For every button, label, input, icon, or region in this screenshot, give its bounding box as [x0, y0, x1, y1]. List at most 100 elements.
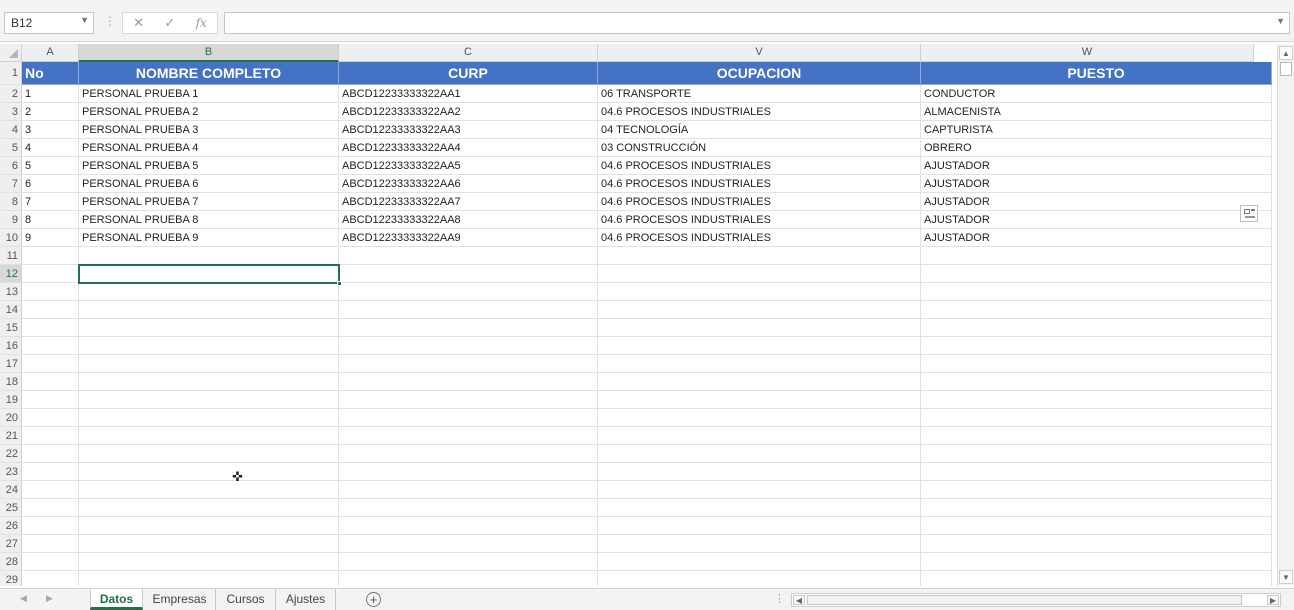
insert-function-icon[interactable]: fx [196, 16, 207, 30]
select-all-button[interactable] [0, 44, 22, 62]
table-cell[interactable]: PERSONAL PRUEBA 3 [79, 121, 339, 139]
table-cell[interactable] [339, 571, 598, 586]
row-header[interactable]: 1 [0, 62, 22, 85]
table-cell[interactable] [598, 445, 921, 463]
header-cell[interactable]: CURP [339, 62, 598, 85]
vertical-scroll-thumb[interactable] [1280, 62, 1292, 76]
table-cell[interactable] [22, 319, 79, 337]
table-cell[interactable] [79, 373, 339, 391]
row-header[interactable]: 29 [0, 571, 22, 586]
row-header[interactable]: 15 [0, 319, 22, 337]
table-cell[interactable]: 5 [22, 157, 79, 175]
table-cell[interactable] [79, 283, 339, 301]
scroll-down-icon[interactable]: ▼ [1279, 570, 1293, 584]
table-cell[interactable] [921, 517, 1272, 535]
name-box[interactable]: B12 ▼ [4, 12, 94, 34]
table-cell[interactable] [921, 463, 1272, 481]
table-cell[interactable]: PERSONAL PRUEBA 5 [79, 157, 339, 175]
table-cell[interactable] [921, 391, 1272, 409]
row-header[interactable]: 20 [0, 409, 22, 427]
table-cell[interactable] [598, 247, 921, 265]
table-cell[interactable] [22, 517, 79, 535]
table-cell[interactable]: 04.6 PROCESOS INDUSTRIALES [598, 157, 921, 175]
table-cell[interactable] [598, 409, 921, 427]
paste-options-icon[interactable] [1240, 205, 1258, 222]
table-cell[interactable]: CAPTURISTA [921, 121, 1272, 139]
row-header[interactable]: 25 [0, 499, 22, 517]
horizontal-scrollbar[interactable]: ◀ ▶ [791, 593, 1281, 607]
row-header[interactable]: 5 [0, 139, 22, 157]
name-box-dropdown-icon[interactable]: ▼ [80, 15, 89, 25]
table-cell[interactable] [339, 265, 598, 283]
table-cell[interactable]: 8 [22, 211, 79, 229]
table-cell[interactable] [22, 391, 79, 409]
table-cell[interactable] [22, 373, 79, 391]
table-cell[interactable] [79, 517, 339, 535]
table-cell[interactable]: PERSONAL PRUEBA 7 [79, 193, 339, 211]
table-cell[interactable] [598, 427, 921, 445]
fill-handle[interactable] [337, 281, 342, 286]
table-cell[interactable]: ABCD12233333322AA8 [339, 211, 598, 229]
tab-cursos[interactable]: Cursos [216, 589, 276, 610]
table-cell[interactable] [22, 247, 79, 265]
row-header[interactable]: 14 [0, 301, 22, 319]
table-cell[interactable] [598, 265, 921, 283]
row-header[interactable]: 10 [0, 229, 22, 247]
table-cell[interactable] [921, 427, 1272, 445]
table-cell[interactable]: AJUSTADOR [921, 229, 1272, 247]
horizontal-scroll-thumb[interactable] [807, 595, 1242, 605]
table-cell[interactable] [22, 499, 79, 517]
table-cell[interactable] [598, 337, 921, 355]
table-cell[interactable] [339, 463, 598, 481]
row-header[interactable]: 17 [0, 355, 22, 373]
table-cell[interactable] [79, 355, 339, 373]
table-cell[interactable]: 6 [22, 175, 79, 193]
table-cell[interactable]: ABCD12233333322AA4 [339, 139, 598, 157]
table-cell[interactable] [22, 571, 79, 586]
row-header[interactable]: 26 [0, 517, 22, 535]
table-cell[interactable] [339, 427, 598, 445]
table-cell[interactable] [79, 319, 339, 337]
row-header[interactable]: 24 [0, 481, 22, 499]
row-header[interactable]: 12 [0, 265, 22, 283]
table-cell[interactable] [22, 337, 79, 355]
table-cell[interactable] [22, 409, 79, 427]
table-cell[interactable] [598, 571, 921, 586]
table-cell[interactable] [22, 427, 79, 445]
table-cell[interactable]: AJUSTADOR [921, 175, 1272, 193]
table-cell[interactable] [598, 283, 921, 301]
header-cell[interactable]: NOMBRE COMPLETO [79, 62, 339, 85]
table-cell[interactable]: 7 [22, 193, 79, 211]
row-header[interactable]: 11 [0, 247, 22, 265]
table-cell[interactable] [339, 535, 598, 553]
row-header[interactable]: 2 [0, 85, 22, 103]
table-cell[interactable] [598, 535, 921, 553]
table-cell[interactable] [339, 481, 598, 499]
table-cell[interactable] [79, 553, 339, 571]
row-header[interactable]: 3 [0, 103, 22, 121]
table-cell[interactable] [598, 481, 921, 499]
table-cell[interactable] [79, 301, 339, 319]
table-cell[interactable] [598, 391, 921, 409]
table-cell[interactable]: ABCD12233333322AA5 [339, 157, 598, 175]
table-cell[interactable]: OBRERO [921, 139, 1272, 157]
table-cell[interactable]: PERSONAL PRUEBA 1 [79, 85, 339, 103]
header-cell[interactable]: OCUPACION [598, 62, 921, 85]
scroll-up-icon[interactable]: ▲ [1279, 46, 1293, 60]
table-cell[interactable] [598, 373, 921, 391]
table-cell[interactable] [921, 481, 1272, 499]
table-cell[interactable] [22, 481, 79, 499]
tab-datos[interactable]: Datos [90, 589, 143, 610]
prev-sheet-icon[interactable]: ◀ [20, 593, 27, 604]
table-cell[interactable] [339, 391, 598, 409]
row-header[interactable]: 16 [0, 337, 22, 355]
row-header[interactable]: 7 [0, 175, 22, 193]
header-cell[interactable]: No [22, 62, 79, 85]
table-cell[interactable]: 04 TECNOLOGÍA [598, 121, 921, 139]
table-cell[interactable] [339, 373, 598, 391]
vertical-scrollbar[interactable]: ▲ ▼ [1277, 44, 1294, 586]
table-cell[interactable] [921, 283, 1272, 301]
table-cell[interactable]: ABCD12233333322AA2 [339, 103, 598, 121]
table-cell[interactable] [79, 427, 339, 445]
table-cell[interactable] [79, 391, 339, 409]
